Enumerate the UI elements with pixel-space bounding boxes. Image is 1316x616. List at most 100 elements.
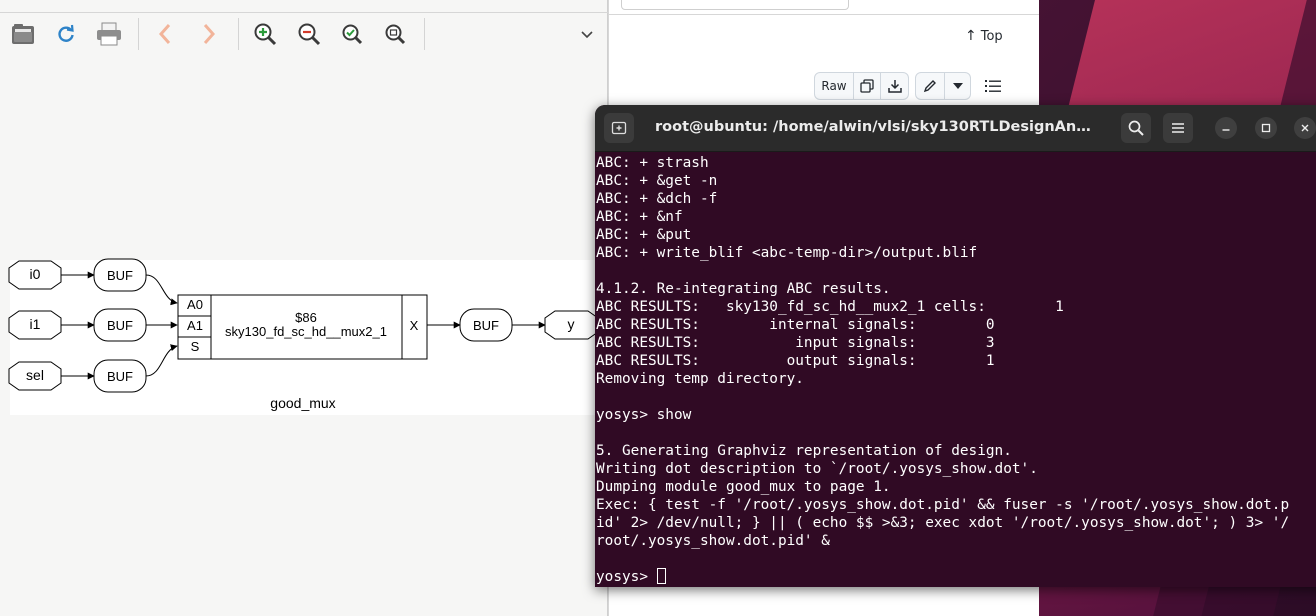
- forward-icon: [203, 24, 216, 44]
- search-icon: [1128, 120, 1144, 136]
- new-tab-button[interactable]: [604, 113, 634, 143]
- list-icon: [985, 80, 1001, 92]
- input-port-label: sel: [26, 367, 44, 383]
- copy-icon: [860, 79, 874, 93]
- zoom-out-button[interactable]: [295, 20, 323, 48]
- edge: [145, 344, 178, 377]
- terminal-prompt: yosys>: [596, 569, 657, 585]
- terminal-cursor: [656, 568, 666, 584]
- edit-dropdown-button[interactable]: [945, 72, 971, 100]
- reload-icon: [58, 24, 74, 42]
- pin-s-label: S: [191, 339, 200, 354]
- copy-raw-button[interactable]: [854, 72, 881, 100]
- buffer-label: BUF: [473, 318, 499, 333]
- pin-x-label: X: [410, 318, 419, 333]
- top-link[interactable]: ↑ Top: [965, 28, 1003, 44]
- print-icon: [97, 22, 121, 46]
- terminal-line: 5. Generating Graphviz representation of…: [596, 443, 1012, 459]
- terminal-line: Removing temp directory.: [596, 371, 804, 387]
- xdot-titlebar: [0, 0, 608, 13]
- netlist-graph[interactable]: i0 i1 sel BUF BUF BUF A0 A1 S $86 sky130…: [0, 250, 608, 420]
- minimize-icon: [1222, 129, 1230, 131]
- terminal-line: ABC: + &nf: [596, 209, 683, 225]
- xdot-window: i0 i1 sel BUF BUF BUF A0 A1 S $86 sky130…: [0, 0, 608, 616]
- zoom-100-button[interactable]: [381, 20, 409, 48]
- terminal-line: ABC RESULTS: input signals: 3: [596, 335, 995, 351]
- raw-button[interactable]: Raw: [814, 72, 854, 100]
- forward-button[interactable]: [195, 20, 223, 48]
- minimize-button[interactable]: [1215, 117, 1237, 139]
- terminal-output[interactable]: ABC: + strash ABC: + &get -n ABC: + &dch…: [596, 154, 1316, 586]
- download-icon: [887, 80, 902, 93]
- file-toolbar: Raw: [814, 72, 1007, 100]
- toolbar-separator: [138, 18, 139, 50]
- zoom-in-icon: [254, 23, 277, 46]
- edit-button[interactable]: [915, 72, 945, 100]
- open-file-button[interactable]: [9, 20, 37, 48]
- maximize-icon: [1261, 123, 1271, 133]
- terminal-prompt-line[interactable]: yosys>: [596, 568, 1316, 586]
- terminal-line: yosys> show: [596, 407, 692, 423]
- clear-icon[interactable]: ✕: [829, 0, 840, 3]
- print-button[interactable]: [95, 20, 123, 48]
- chevron-down-icon: [581, 31, 593, 39]
- hamburger-menu-button[interactable]: [1163, 113, 1193, 143]
- input-port-label: i1: [30, 316, 41, 332]
- hamburger-icon: [1172, 123, 1184, 133]
- toolbar-separator: [424, 18, 425, 50]
- arrow-up-icon: ↑: [965, 28, 977, 44]
- zoom-fit-button[interactable]: [338, 20, 366, 48]
- edit-group: [915, 72, 971, 100]
- cell-type-label: sky130_fd_sc_hd__mux2_1: [225, 324, 387, 339]
- buffer-node[interactable]: BUF: [459, 308, 513, 342]
- buffer-label: BUF: [107, 369, 133, 384]
- xdot-toolbar: [0, 14, 608, 54]
- buffer-node[interactable]: BUF: [93, 308, 147, 342]
- output-port-label: y: [568, 316, 575, 332]
- new-tab-icon: [611, 121, 627, 135]
- terminal-line: ABC: + &put: [596, 227, 692, 243]
- terminal-line: Dumping module good_mux to page 1.: [596, 479, 891, 495]
- toolbar-separator: [238, 18, 239, 50]
- buffer-node[interactable]: BUF: [93, 258, 147, 292]
- open-file-icon: [12, 24, 34, 44]
- top-link-label: Top: [980, 28, 1003, 44]
- close-icon: [1301, 124, 1309, 132]
- zoom-in-button[interactable]: [251, 20, 279, 48]
- outline-button[interactable]: [979, 72, 1007, 100]
- pencil-icon: [923, 80, 936, 93]
- terminal-line: ABC RESULTS: sky130_fd_sc_hd__mux2_1 cel…: [596, 299, 1064, 315]
- input-port-i1[interactable]: i1: [8, 310, 62, 340]
- browser-search-bar[interactable]: ✕: [621, 0, 849, 10]
- maximize-button[interactable]: [1255, 117, 1277, 139]
- terminal-window[interactable]: root@ubuntu: /home/alwin/vlsi/sky130RTLD…: [595, 105, 1316, 587]
- download-button[interactable]: [881, 72, 909, 100]
- terminal-header: root@ubuntu: /home/alwin/vlsi/sky130RTLD…: [595, 105, 1316, 152]
- terminal-line: ABC: + write_blif <abc-temp-dir>/output.…: [596, 245, 978, 261]
- cell-id-label: $86: [295, 310, 317, 325]
- close-button[interactable]: [1294, 117, 1316, 139]
- input-port-sel[interactable]: sel: [8, 361, 62, 391]
- edge: [145, 274, 178, 306]
- input-port-i0[interactable]: i0: [8, 260, 62, 290]
- overflow-menu-button[interactable]: [573, 20, 601, 48]
- input-port-label: i0: [30, 266, 41, 282]
- buffer-node[interactable]: BUF: [93, 359, 147, 393]
- reload-button[interactable]: [52, 20, 80, 48]
- terminal-line: ABC RESULTS: internal signals: 0: [596, 317, 995, 333]
- buffer-label: BUF: [107, 268, 133, 283]
- search-button[interactable]: [1121, 113, 1151, 143]
- terminal-line: ABC RESULTS: output signals: 1: [596, 353, 995, 369]
- output-port-y[interactable]: y: [544, 310, 599, 340]
- pin-a0-label: A0: [187, 297, 203, 312]
- back-button[interactable]: [151, 20, 179, 48]
- zoom-fit-icon: [342, 24, 363, 45]
- mux-cell[interactable]: A0 A1 S $86 sky130_fd_sc_hd__mux2_1 X: [177, 294, 428, 360]
- terminal-line: ABC: + &get -n: [596, 173, 718, 189]
- terminal-line: id' 2> /dev/null; } || ( echo $$ >&3; ex…: [596, 515, 1290, 531]
- terminal-title: root@ubuntu: /home/alwin/vlsi/sky130RTLD…: [655, 119, 1095, 135]
